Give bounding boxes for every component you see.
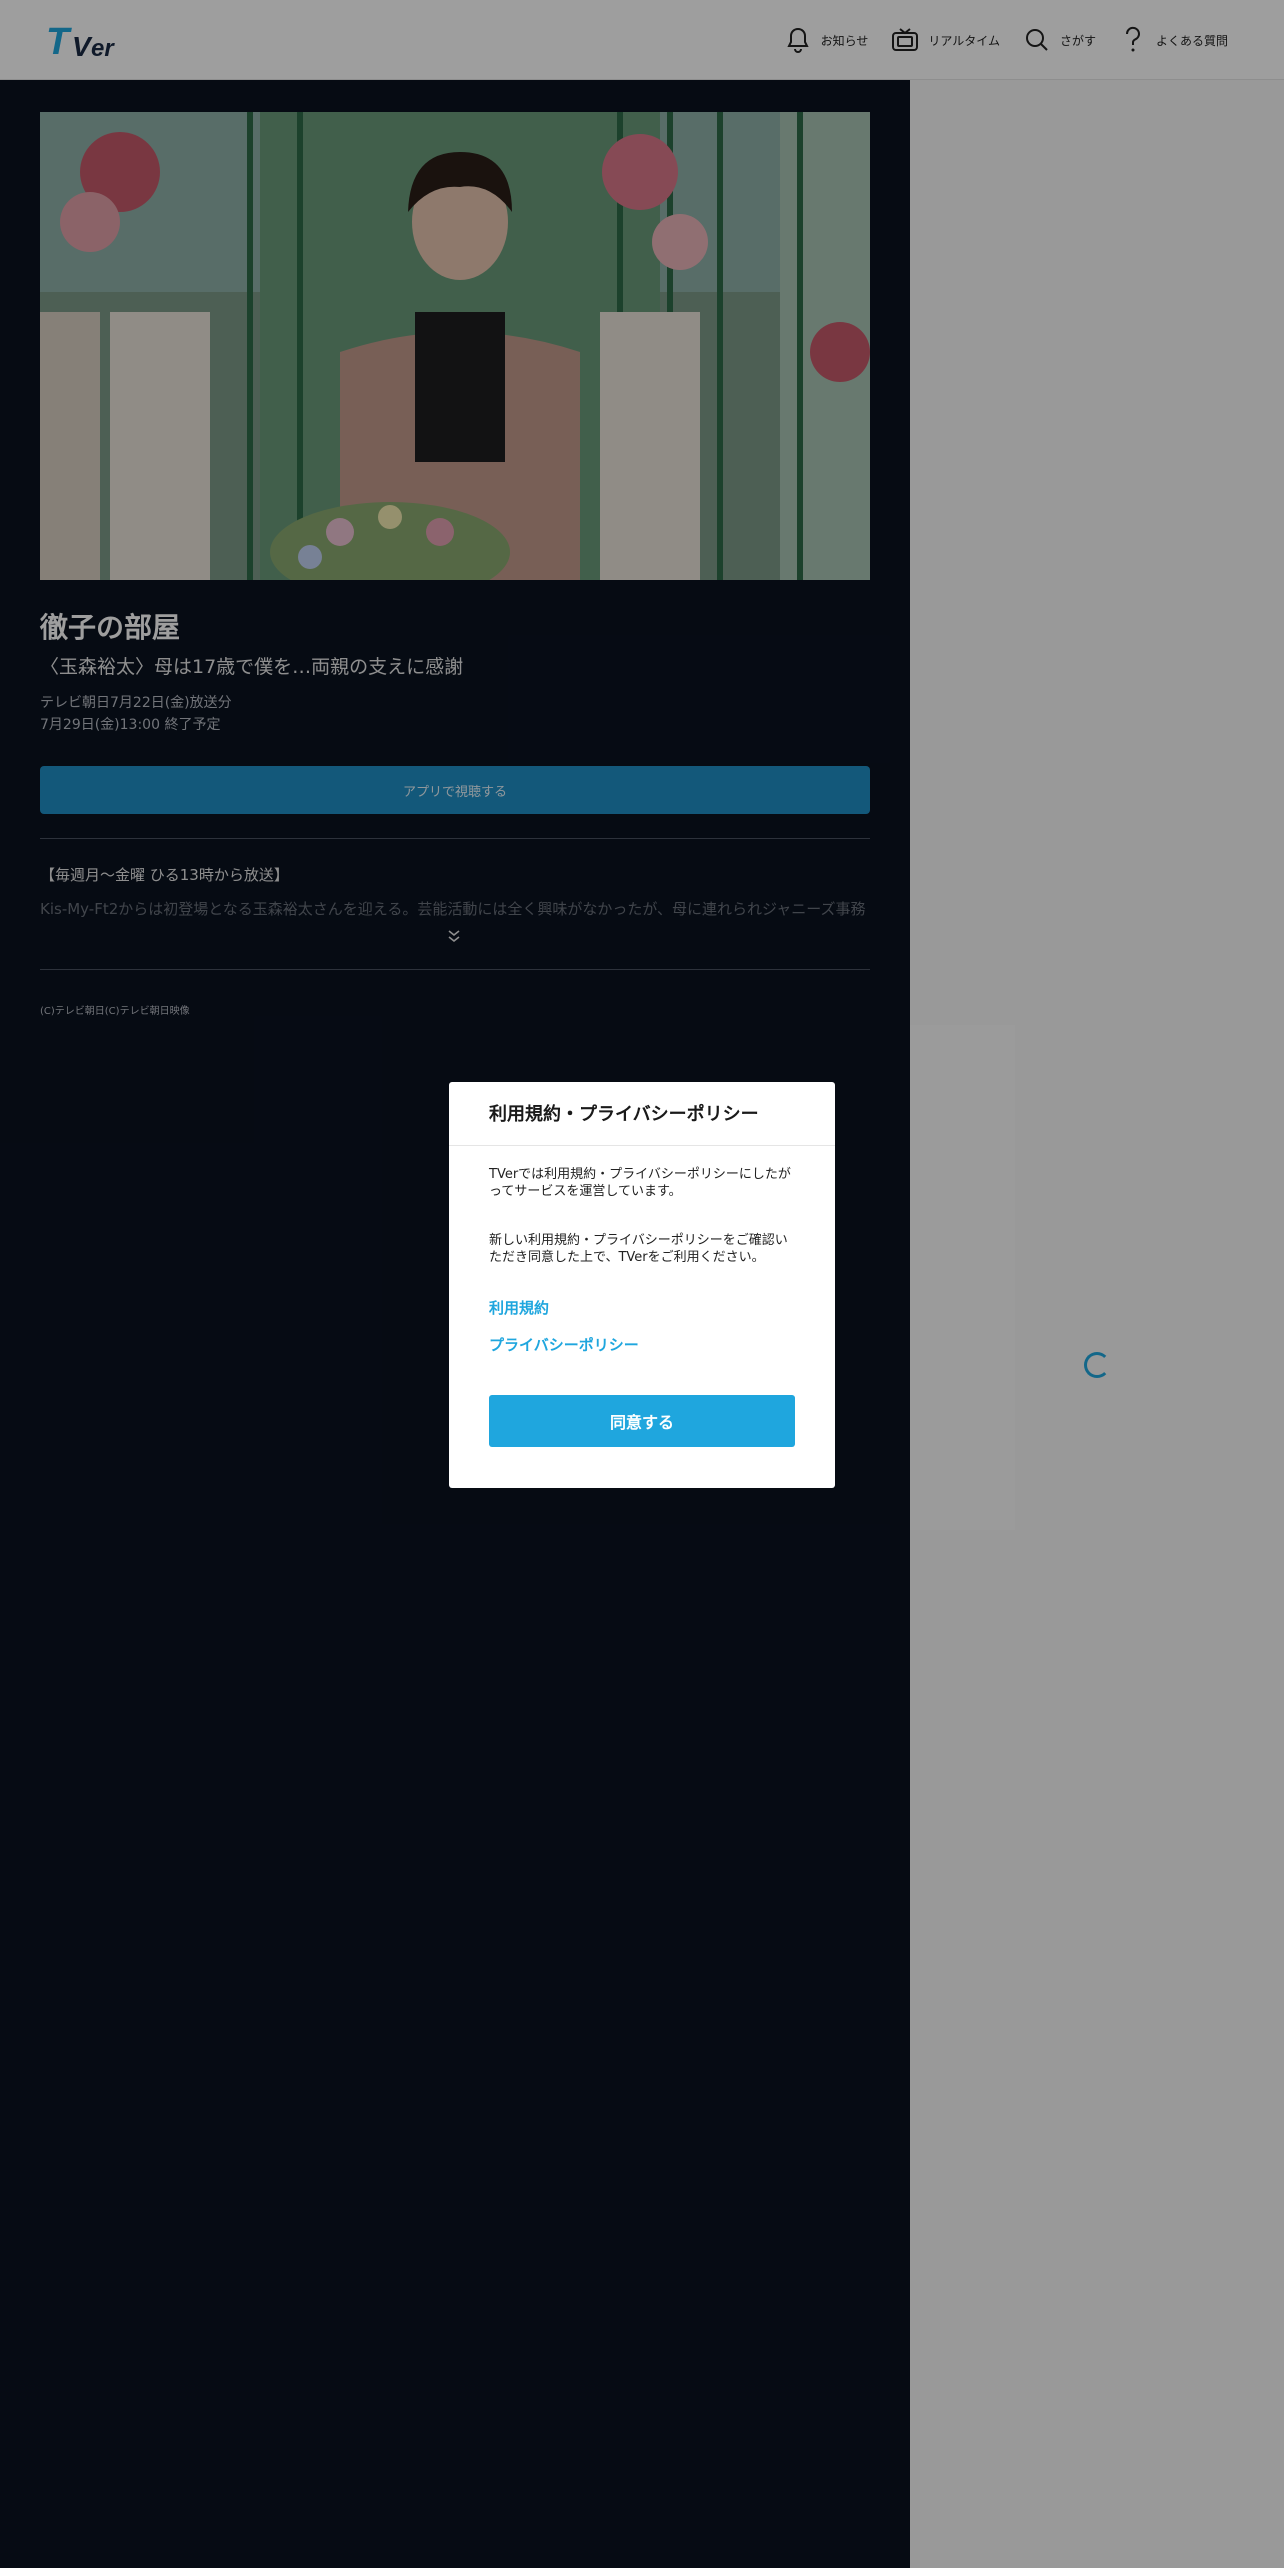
modal-paragraph: TVerでは利用規約・プライバシーポリシーにしたがってサービスを運営しています。 [489,1167,791,1199]
privacy-policy-link[interactable]: プライバシーポリシー [489,1334,639,1355]
agree-button[interactable]: 同意する [489,1395,795,1447]
modal-paragraph: 新しい利用規約・プライバシーポリシーをご確認いただき同意した上で、TVerをご利… [489,1233,788,1265]
terms-modal: 利用規約・プライバシーポリシー TVerでは利用規約・プライバシーポリシーにした… [449,1082,835,1488]
terms-link[interactable]: 利用規約 [489,1297,549,1318]
modal-title: 利用規約・プライバシーポリシー [489,1104,759,1125]
modal-divider [449,1145,835,1146]
